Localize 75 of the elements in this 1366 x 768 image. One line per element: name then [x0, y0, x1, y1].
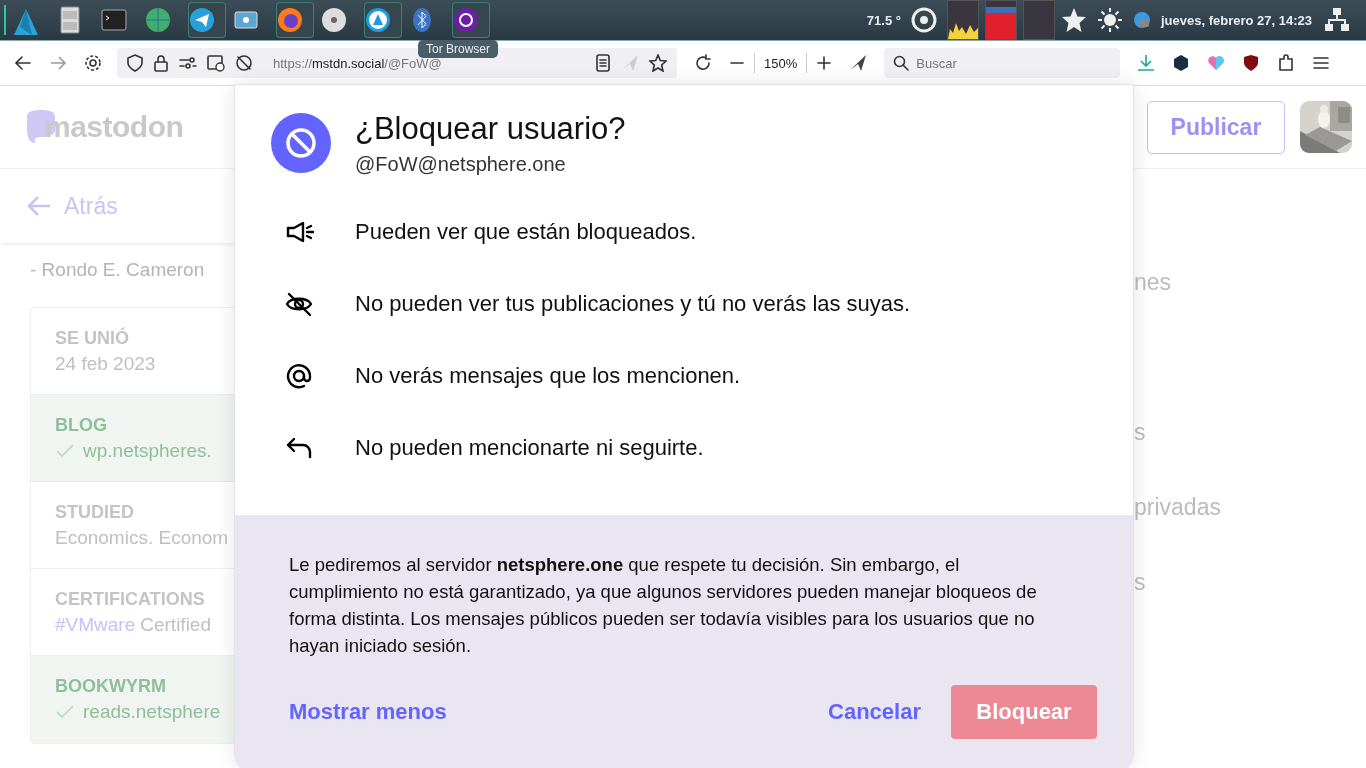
menu-icon[interactable] [1312, 54, 1331, 72]
lock-icon [153, 54, 169, 72]
shield-icon [127, 54, 143, 72]
eye-off-icon [285, 291, 315, 317]
consequence-text: No pueden ver tus publicaciones y tú no verás las suyas. [355, 291, 911, 317]
consequence-text: Pueden ver que están bloqueados. [355, 219, 697, 245]
consequence-text: No pueden mencionarte ni seguirte. [355, 435, 704, 461]
user-handle: @FoW@netsphere.one [355, 153, 567, 176]
cpu-graph-icon [946, 0, 979, 40]
taskbar-app[interactable] [364, 2, 402, 38]
memory-graph-icon [984, 0, 1017, 40]
forward-arrow-icon[interactable] [49, 54, 67, 72]
hashtag-link[interactable]: #VMware [55, 614, 136, 636]
quote-author: - Rondo E. Cameron [29, 258, 206, 281]
check-icon [55, 704, 75, 720]
paper-plane-icon [188, 5, 216, 35]
back-arrow-icon [26, 194, 52, 218]
tracking-off-icon [235, 54, 253, 72]
megaphone-icon [285, 219, 315, 245]
settings-icon[interactable] [84, 54, 102, 72]
field-value: wp.netspheres. [83, 440, 212, 462]
heart-icon[interactable] [1207, 54, 1226, 72]
target-icon[interactable] [910, 7, 937, 33]
cancel-button[interactable]: Cancelar [828, 699, 921, 725]
taskbar-app[interactable] [188, 2, 226, 38]
field-value: 24 feb 2023 [55, 353, 156, 375]
download-icon[interactable] [1137, 54, 1156, 72]
dialog-title: ¿Bloquear usuario? [355, 111, 626, 147]
shield-icon[interactable] [1242, 54, 1261, 72]
check-icon [55, 443, 75, 459]
field-value: Certified [140, 614, 211, 636]
hexagon-icon[interactable] [1172, 54, 1191, 72]
block-button[interactable]: Bloquear [951, 685, 1097, 739]
menu-item[interactable]: s [1134, 569, 1366, 644]
field-value: reads.netsphere [83, 701, 221, 723]
temperature-reading: 71.5 ° [866, 12, 901, 28]
menu-item[interactable]: privadas [1134, 494, 1366, 569]
network-graph-icon [1022, 0, 1055, 40]
consequence-text: No verás mensajes que los mencionen. [355, 363, 741, 389]
blocked-window-icon [207, 54, 225, 72]
puzzle-icon[interactable] [1277, 54, 1296, 72]
clock[interactable]: jueves, febrero 27, 14:23 [1160, 12, 1312, 28]
search-field[interactable]: Buscar [884, 48, 1121, 78]
field-label: BLOG [55, 415, 108, 436]
field-label: CERTIFICATIONS [55, 589, 206, 610]
field-label: STUDIED [55, 502, 135, 523]
menu-item[interactable]: s [1134, 419, 1366, 494]
bookmark-star-icon[interactable] [649, 54, 667, 72]
search-icon [893, 55, 910, 71]
menu-item[interactable]: nes [1134, 269, 1366, 344]
show-less-link[interactable]: Mostrar menos [289, 699, 447, 725]
back-arrow-icon[interactable] [14, 54, 32, 72]
warning-note: Le pediremos al servidor netsphere.one que respete tu decisión. Sin embargo, el cumplimiento no está garantizado, ya que algunos servidores pueden manejar bloqueos de forma distinta. Los mensajes públicos pueden ser todavía visibles para los usuarios que no hayan iniciado sesión. [289, 553, 1038, 658]
permissions-icon [179, 54, 197, 72]
brightness-icon[interactable] [1096, 7, 1123, 33]
star-icon[interactable] [1060, 7, 1087, 33]
onion-icon [452, 5, 480, 35]
back-link[interactable]: Atrás [0, 169, 234, 243]
field-value: Economics. Econom [55, 527, 229, 549]
zoom-level[interactable]: 150% [764, 55, 798, 71]
publish-button[interactable]: Publicar [1147, 100, 1285, 154]
wolf-icon [364, 5, 392, 35]
network-icon[interactable] [1324, 7, 1350, 33]
globe-icon [144, 5, 172, 35]
field-label: SE UNIÓ [55, 328, 130, 349]
field-label: BOOKWYRM [55, 676, 167, 697]
reload-icon[interactable] [694, 54, 712, 72]
reader-view-icon[interactable] [595, 54, 611, 72]
url-text: https://mstdn.social/@FoW@ [273, 55, 442, 71]
disc-icon [320, 5, 348, 35]
zoom-in-icon[interactable] [816, 54, 833, 72]
fox-icon [276, 5, 304, 35]
tooltip: Tor Browser [418, 40, 498, 58]
block-icon [271, 113, 331, 173]
taskbar-app[interactable] [452, 2, 490, 38]
